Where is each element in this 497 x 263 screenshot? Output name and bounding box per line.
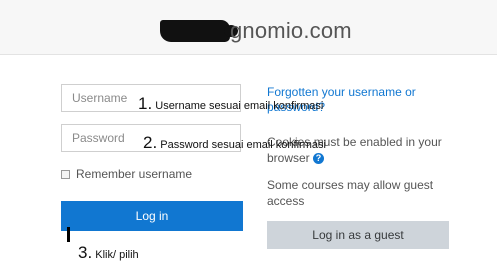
annotation-1: 1. Username sesuai email konfirmasi	[138, 94, 323, 114]
annotation-marker	[67, 227, 70, 242]
guest-login-button[interactable]: Log in as a guest	[267, 221, 449, 249]
guest-access-info: Some courses may allow guest access	[267, 178, 434, 208]
remember-checkbox[interactable]	[61, 169, 70, 179]
annotation-3-text: Klik/ pilih	[95, 249, 139, 261]
annotation-2-number: 2.	[143, 133, 158, 152]
site-header: gnomio.com	[0, 0, 497, 55]
help-icon[interactable]: ?	[313, 153, 325, 165]
redacted-logo-mark	[160, 20, 238, 42]
remember-label: Remember username	[76, 167, 193, 181]
annotation-2: 2. Password sesuai email konfirmasi	[143, 133, 326, 153]
remember-username[interactable]: Remember username	[61, 167, 192, 181]
annotation-1-number: 1.	[138, 94, 153, 113]
annotation-3-number: 3.	[78, 243, 93, 262]
annotation-2-text: Password sesuai email konfirmasi	[160, 139, 326, 151]
annotation-3: 3. Klik/ pilih	[78, 243, 139, 263]
login-button[interactable]: Log in	[61, 201, 243, 231]
site-logo-text[interactable]: gnomio.com	[230, 18, 352, 44]
annotation-1-text: Username sesuai email konfirmasi	[155, 100, 324, 112]
